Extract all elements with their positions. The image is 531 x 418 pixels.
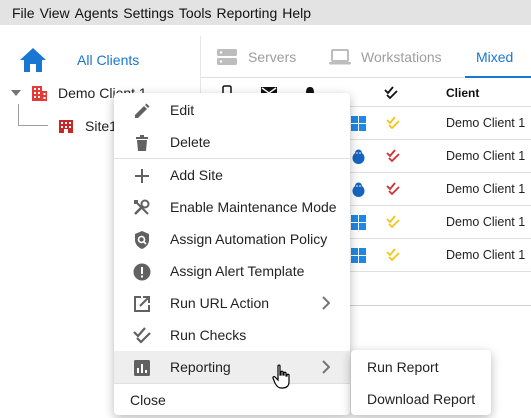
- tab-bar: Servers Workstations Mixed: [201, 36, 531, 78]
- client-cell: Demo Client 1: [446, 182, 526, 196]
- checks-passing-icon: [386, 248, 400, 262]
- checks-passing-icon: [386, 116, 400, 130]
- report-icon: [134, 360, 150, 376]
- menu-item-label: Assign Alert Template: [170, 263, 305, 279]
- menu-item-automation-policy[interactable]: Assign Automation Policy: [114, 223, 350, 255]
- active-tab-indicator: [465, 76, 531, 78]
- linux-icon: [352, 182, 365, 197]
- client-cell: Demo Client 1: [446, 149, 526, 163]
- home-icon[interactable]: [18, 46, 48, 74]
- menu-help[interactable]: Help: [282, 5, 311, 21]
- client-cell: Demo Client 1: [446, 248, 526, 262]
- menu-view[interactable]: View: [40, 5, 70, 21]
- tools-icon: [134, 199, 150, 215]
- tab-servers[interactable]: Servers: [216, 36, 296, 78]
- site-building-icon: [59, 120, 73, 133]
- menu-file[interactable]: File: [12, 5, 35, 21]
- client-building-icon: [32, 86, 47, 101]
- checks-failing-icon: [386, 182, 400, 196]
- linux-icon: [352, 149, 365, 164]
- menu-item-add-site[interactable]: Add Site: [114, 159, 350, 191]
- tab-servers-label: Servers: [248, 49, 297, 65]
- submenu-item-download-report[interactable]: Download Report: [367, 391, 475, 407]
- windows-icon: [351, 215, 366, 230]
- server-icon: [217, 49, 237, 65]
- menu-item-label: Assign Automation Policy: [170, 231, 328, 247]
- menu-item-label: Edit: [170, 102, 195, 118]
- checks-icon: [133, 327, 151, 344]
- menu-item-label: Run Checks: [170, 327, 247, 343]
- submenu-item-run-report[interactable]: Run Report: [367, 359, 439, 375]
- tab-workstations[interactable]: Workstations: [329, 36, 442, 78]
- open-link-icon: [134, 296, 150, 312]
- windows-icon: [351, 248, 366, 263]
- reporting-submenu: Run Report Download Report: [351, 350, 491, 415]
- tab-mixed[interactable]: Mixed: [476, 36, 513, 78]
- menu-item-alert-template[interactable]: Assign Alert Template: [114, 255, 350, 287]
- client-context-menu: Edit Delete Add Site Enable Maintenance …: [114, 93, 350, 415]
- tree-connector: [18, 104, 19, 126]
- menu-tools[interactable]: Tools: [179, 5, 212, 21]
- menu-item-label: Reporting: [170, 359, 231, 375]
- menu-item-label: Add Site: [170, 167, 223, 183]
- menu-item-label: Close: [130, 392, 166, 408]
- alert-icon: [133, 263, 151, 281]
- menu-item-run-url-action[interactable]: Run URL Action: [114, 287, 350, 319]
- laptop-icon: [329, 49, 351, 65]
- tree-expand-caret-icon[interactable]: [11, 90, 21, 96]
- chevron-right-icon: [322, 360, 330, 374]
- trash-icon: [136, 135, 148, 151]
- menu-item-edit[interactable]: Edit: [114, 94, 350, 126]
- windows-icon: [351, 116, 366, 131]
- policy-icon: [135, 231, 149, 249]
- menu-item-reporting[interactable]: Reporting: [114, 351, 350, 383]
- hand-pointer-cursor-icon: [272, 364, 290, 389]
- check-icon[interactable]: [384, 86, 398, 100]
- client-column-header[interactable]: Client: [446, 86, 479, 100]
- chevron-right-icon: [322, 296, 330, 310]
- menu-item-label: Run URL Action: [170, 295, 270, 311]
- menu-bar: File View Agents Settings Tools Reportin…: [0, 0, 531, 25]
- checks-passing-icon: [386, 215, 400, 229]
- pencil-icon: [135, 103, 150, 118]
- tree-site-label[interactable]: Site1: [85, 118, 117, 134]
- menu-item-label: Enable Maintenance Mode: [170, 199, 337, 215]
- client-cell: Demo Client 1: [446, 116, 526, 130]
- plus-icon: [135, 169, 149, 183]
- client-cell: Demo Client 1: [446, 215, 526, 229]
- menu-settings[interactable]: Settings: [123, 5, 174, 21]
- menu-item-maintenance[interactable]: Enable Maintenance Mode: [114, 191, 350, 223]
- menu-item-run-checks[interactable]: Run Checks: [114, 319, 350, 351]
- menu-reporting[interactable]: Reporting: [217, 5, 278, 21]
- checks-failing-icon: [386, 149, 400, 163]
- menu-agents[interactable]: Agents: [75, 5, 119, 21]
- tab-workstations-label: Workstations: [361, 49, 442, 65]
- menu-item-close[interactable]: Close: [114, 384, 350, 416]
- menu-item-label: Delete: [170, 134, 211, 150]
- tree-connector: [18, 125, 48, 126]
- menu-item-delete[interactable]: Delete: [114, 126, 350, 158]
- all-clients-link[interactable]: All Clients: [77, 52, 139, 68]
- tab-mixed-label: Mixed: [476, 49, 514, 65]
